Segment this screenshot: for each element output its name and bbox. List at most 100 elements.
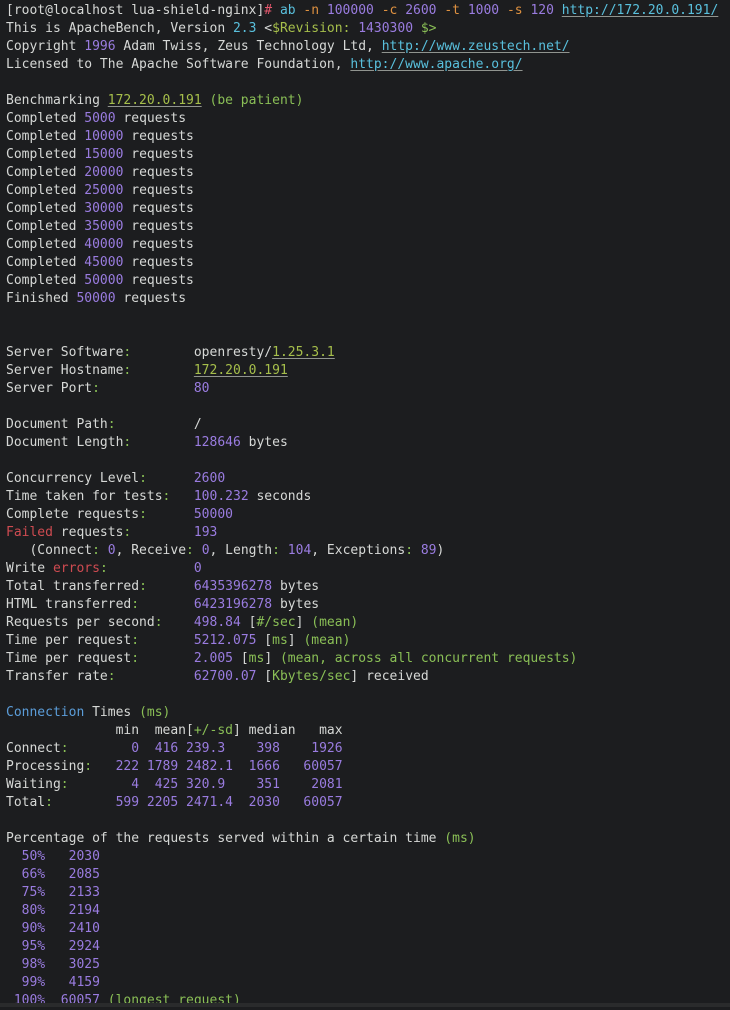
terminal-window[interactable]: [root@localhost lua-shield-nginx]# ab -n…: [0, 0, 730, 1008]
text-segment: [147, 507, 194, 522]
text-segment: (mean): [311, 615, 359, 630]
text-segment: 99% 4159: [6, 975, 100, 990]
text-segment: $>: [420, 21, 437, 36]
text-segment: Copyright: [6, 39, 85, 54]
text-segment: (mean, across all concurrent requests): [279, 651, 578, 666]
text-segment: Server Port: [6, 381, 93, 396]
text-segment: (ms): [139, 705, 171, 720]
text-segment: 95% 2924: [6, 939, 100, 954]
text-segment: [116, 669, 194, 684]
text-segment: requests: [123, 165, 194, 180]
text-segment: 0: [107, 543, 116, 558]
text-segment: Write: [6, 561, 53, 576]
text-segment: 120: [530, 3, 554, 18]
terminal-line: Connect: 0 416 239.3 398 1926: [6, 740, 730, 758]
ip-link[interactable]: 172.20.0.191: [108, 93, 202, 108]
text-segment: [139, 633, 194, 648]
text-segment: ms: [272, 633, 288, 648]
url-link[interactable]: http://www.zeustech.net/: [382, 39, 570, 54]
text-segment: , Exceptions: [311, 543, 406, 558]
text-segment: Completed: [6, 219, 85, 234]
ip-link[interactable]: 172.20.0.191: [194, 363, 288, 378]
text-segment: 2.005: [193, 651, 233, 666]
text-segment: Adam Twiss, Zeus Technology Ltd,: [115, 39, 382, 54]
text-segment: [374, 3, 382, 18]
text-segment: Kbytes/sec: [272, 669, 351, 684]
text-segment: Server Hostname: [6, 363, 124, 378]
text-segment: Completed: [6, 201, 85, 216]
text-segment: requests: [115, 111, 187, 126]
text-segment: 10000: [84, 129, 124, 144]
text-segment: [: [256, 669, 273, 684]
url-link[interactable]: http://172.20.0.191/: [562, 3, 719, 18]
text-segment: errors: [52, 561, 100, 576]
text-segment: Completed: [6, 183, 85, 198]
text-segment: bytes: [272, 597, 320, 612]
text-segment: requests: [123, 201, 194, 216]
text-segment: -s: [506, 3, 523, 18]
text-segment: bytes: [240, 435, 288, 450]
terminal-line: Completed 10000 requests: [6, 128, 730, 146]
text-segment: ): [436, 543, 445, 558]
terminal-line: Completed 45000 requests: [6, 254, 730, 272]
terminal-line: (Connect: 0, Receive: 0, Length: 104, Ex…: [6, 542, 730, 560]
terminal-line: Transfer rate: 62700.07 [Kbytes/sec] rec…: [6, 668, 730, 686]
text-segment: [147, 579, 194, 594]
text-segment: [root@localhost lua-shield-nginx]: [6, 3, 265, 18]
terminal-line: HTML transferred: 6423196278 bytes: [6, 596, 730, 614]
text-segment: :: [139, 579, 147, 594]
terminal-line: Completed 35000 requests: [6, 218, 730, 236]
text-segment: [194, 543, 202, 558]
text-segment: 100.232: [193, 489, 249, 504]
text-segment: Connect: [6, 741, 61, 756]
text-segment: Completed: [6, 165, 85, 180]
text-segment: ]: [287, 633, 304, 648]
terminal-line: 98% 3025: [6, 956, 730, 974]
text-segment: received: [358, 669, 429, 684]
text-segment: 0: [193, 561, 202, 576]
terminal-line: Completed 25000 requests: [6, 182, 730, 200]
text-segment: Document Path: [6, 417, 108, 432]
version-link[interactable]: 1.25.3.1: [272, 345, 335, 360]
terminal-line: Completed 20000 requests: [6, 164, 730, 182]
text-segment: [170, 489, 193, 504]
terminal-line: Time per request: 5212.075 [ms] (mean): [6, 632, 730, 650]
terminal-line: Total transferred: 6435396278 bytes: [6, 578, 730, 596]
text-segment: [280, 543, 288, 558]
terminal-line: Server Port: 80: [6, 380, 730, 398]
text-segment: ]: [264, 651, 280, 666]
text-segment: /: [115, 417, 202, 432]
terminal-line: Connection Times (ms): [6, 704, 730, 722]
text-segment: bytes: [272, 579, 320, 594]
text-segment: This is ApacheBench, Version: [6, 21, 233, 36]
text-segment: 62700.07: [193, 669, 257, 684]
url-link[interactable]: http://www.apache.org/: [350, 57, 522, 72]
text-segment: HTML transferred: [6, 597, 132, 612]
text-segment: (mean): [303, 633, 351, 648]
text-segment: 50000: [76, 291, 116, 306]
text-segment: :: [99, 561, 108, 576]
text-segment: :: [131, 597, 140, 612]
text-segment: :: [107, 417, 116, 432]
text-segment: [: [233, 651, 249, 666]
terminal-line: [root@localhost lua-shield-nginx]# ab -n…: [6, 2, 730, 20]
text-segment: +/-sd: [193, 723, 233, 738]
text-segment: (Connect: [6, 543, 93, 558]
terminal-bottom-edge: [0, 1003, 730, 1007]
text-segment: 599 2205 2471.4 2030 60057: [52, 795, 343, 810]
text-segment: Time taken for tests: [6, 489, 163, 504]
text-segment: requests: [123, 237, 194, 252]
text-segment: :: [139, 507, 147, 522]
text-segment: requests: [52, 525, 124, 540]
text-segment: [413, 21, 421, 36]
text-segment: <: [256, 21, 273, 36]
text-segment: Completed: [6, 273, 85, 288]
text-segment: (ms): [444, 831, 476, 846]
text-segment: :: [154, 615, 163, 630]
